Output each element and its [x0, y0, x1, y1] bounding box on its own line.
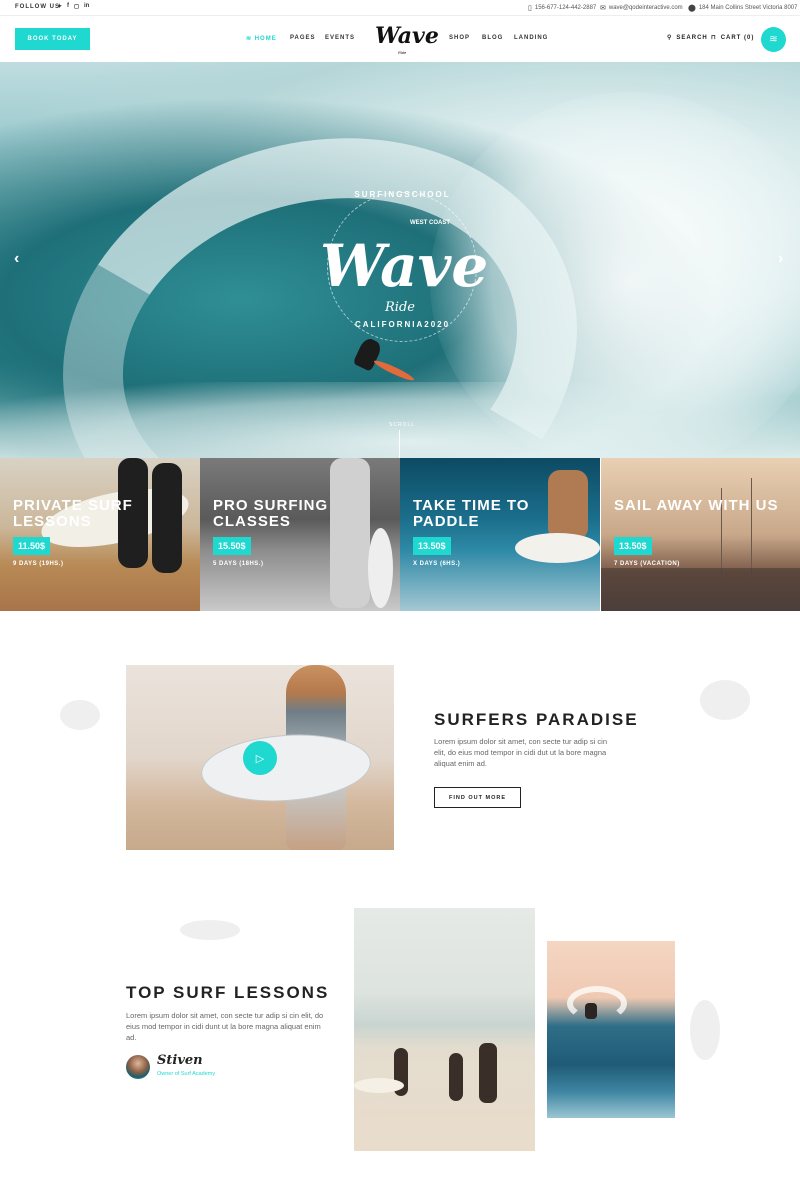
- search-label: SEARCH: [676, 34, 708, 41]
- signature: Stiven: [157, 1053, 203, 1068]
- card-title: PRIVATE SURF LESSONS: [13, 497, 133, 530]
- owner-caption: Owner of Surf Academy: [157, 1071, 216, 1077]
- card-take-time-to-paddle[interactable]: TAKE TIME TO PADDLE 13.50$ X DAYS (6HS.): [400, 458, 600, 611]
- card-surfer-figure: [330, 458, 370, 608]
- nav-landing[interactable]: LANDING: [514, 35, 548, 41]
- nav-events[interactable]: EVENTS: [325, 35, 355, 41]
- surfers-paradise-text: Lorem ipsum dolor sit amet, con secte tu…: [434, 737, 607, 768]
- follow-us-label: FOLLOW US: [15, 4, 60, 10]
- card-duration: 5 DAYS (18HS.): [213, 561, 264, 567]
- card-title: TAKE TIME TO PADDLE: [413, 497, 530, 530]
- ink-splatter: [180, 920, 240, 940]
- hero-ride-text: Ride: [385, 300, 415, 315]
- book-today-button[interactable]: BOOK TODAY: [15, 28, 90, 50]
- ink-splatter: [700, 680, 750, 720]
- scroll-label[interactable]: SCROLL: [389, 422, 415, 428]
- instagram-icon[interactable]: ◻: [74, 3, 79, 10]
- phone-contact: ▯ 156-677-124-442-2887: [528, 4, 596, 12]
- hero-badge-bottom-text: CALIFORNIA2020: [354, 320, 451, 329]
- hero-badge-top-text: SURFINGSCHOOL: [354, 190, 451, 199]
- surfboard: [198, 729, 374, 807]
- card-sail-away-with-us[interactable]: SAIL AWAY WITH US 13.50$ 7 DAYS (VACATIO…: [601, 458, 800, 611]
- beach-surfer-figure: [479, 1043, 497, 1103]
- email-contact: ✉ wave@qodeinteractive.com: [600, 4, 683, 12]
- beach-surfers-photo: [354, 908, 535, 1151]
- top-surf-lessons-text: Lorem ipsum dolor sit amet, con secte tu…: [126, 1011, 324, 1042]
- twitter-icon[interactable]: ✦: [57, 3, 62, 10]
- location-pin-icon: ⬤: [688, 5, 696, 12]
- card-price: 13.50$: [413, 537, 451, 555]
- card-duration: X DAYS (6HS.): [413, 561, 461, 567]
- email-address[interactable]: wave@qodeinteractive.com: [609, 5, 683, 11]
- hero-slider: SURFINGSCHOOL WEST COAST Wave Ride CALIF…: [0, 62, 800, 458]
- card-price: 13.50$: [614, 537, 652, 555]
- address-text: 184 Main Collins Street Victoria 8007: [698, 5, 798, 11]
- phone-number[interactable]: 156-677-124-442-2887: [535, 5, 596, 11]
- card-price: 11.50$: [13, 537, 51, 555]
- cart-label: CART (0): [720, 34, 755, 41]
- mail-icon: ✉: [600, 5, 606, 12]
- card-harbor: [601, 568, 800, 611]
- card-duration: 9 DAYS (19HS.): [13, 561, 64, 567]
- facebook-icon[interactable]: f: [67, 3, 69, 10]
- avatar: [126, 1055, 150, 1079]
- search-link[interactable]: ⚲ SEARCH: [667, 34, 708, 42]
- wave-menu-icon: ≋: [769, 34, 778, 45]
- surfers-paradise-title: SURFERS PARADISE: [434, 710, 639, 729]
- home-wave-icon: ≋: [246, 36, 253, 42]
- prev-slide-arrow-icon[interactable]: ‹: [14, 250, 19, 268]
- next-slide-arrow-icon[interactable]: ›: [778, 250, 783, 268]
- top-bar: FOLLOW US ✦ f ◻ in ▯ 156-677-124-442-288…: [0, 0, 800, 16]
- nav-home[interactable]: ≋ HOME: [246, 35, 277, 42]
- scroll-line: [399, 430, 400, 458]
- address-contact: ⬤ 184 Main Collins Street Victoria 8007: [688, 4, 797, 12]
- phone-icon: ▯: [528, 5, 532, 12]
- search-icon: ⚲: [667, 35, 673, 41]
- surfer-figure: [585, 1003, 597, 1019]
- hero-badge-corner: WEST COAST: [410, 220, 450, 226]
- site-logo-sub: Ride: [398, 50, 407, 55]
- card-price: 15.50$: [213, 537, 251, 555]
- play-button[interactable]: ▷: [243, 741, 277, 775]
- card-mast: [751, 478, 752, 578]
- card-surfboard: [368, 528, 393, 608]
- ink-splatter: [60, 700, 100, 730]
- nav-shop[interactable]: SHOP: [449, 35, 470, 41]
- shopping-bag-icon: ⊓: [711, 35, 717, 41]
- sunset-surfer-photo: [547, 941, 675, 1118]
- find-out-more-button[interactable]: FIND OUT MORE: [434, 787, 521, 808]
- hero-logo: Wave: [320, 232, 489, 300]
- card-kayak: [515, 533, 600, 563]
- card-title: PRO SURFING CLASSES: [213, 497, 329, 530]
- top-surf-lessons-title: TOP SURF LESSONS: [126, 983, 330, 1002]
- side-menu-button[interactable]: ≋: [761, 27, 786, 52]
- nav-blog[interactable]: BLOG: [482, 35, 503, 41]
- ink-splatter: [690, 1000, 720, 1060]
- hero-foam-bottom: [0, 382, 800, 458]
- wave-crest: [567, 986, 627, 1021]
- play-icon: ▷: [255, 752, 265, 765]
- surfboard: [354, 1078, 404, 1093]
- nav-pages[interactable]: PAGES: [290, 35, 316, 41]
- card-title: SAIL AWAY WITH US: [614, 497, 779, 514]
- card-private-surf-lessons[interactable]: PRIVATE SURF LESSONS 11.50$ 9 DAYS (19HS…: [0, 458, 200, 611]
- main-header: BOOK TODAY ≋ HOME PAGES EVENTS Wave Ride…: [0, 17, 800, 62]
- beach-surfer-figure: [449, 1053, 463, 1101]
- nav-home-label: HOME: [254, 36, 277, 42]
- linkedin-icon[interactable]: in: [84, 3, 89, 10]
- card-duration: 7 DAYS (VACATION): [614, 561, 680, 567]
- social-links: ✦ f ◻ in: [57, 3, 89, 10]
- cart-link[interactable]: ⊓ CART (0): [711, 34, 755, 42]
- card-pro-surfing-classes[interactable]: PRO SURFING CLASSES 15.50$ 5 DAYS (18HS.…: [200, 458, 400, 611]
